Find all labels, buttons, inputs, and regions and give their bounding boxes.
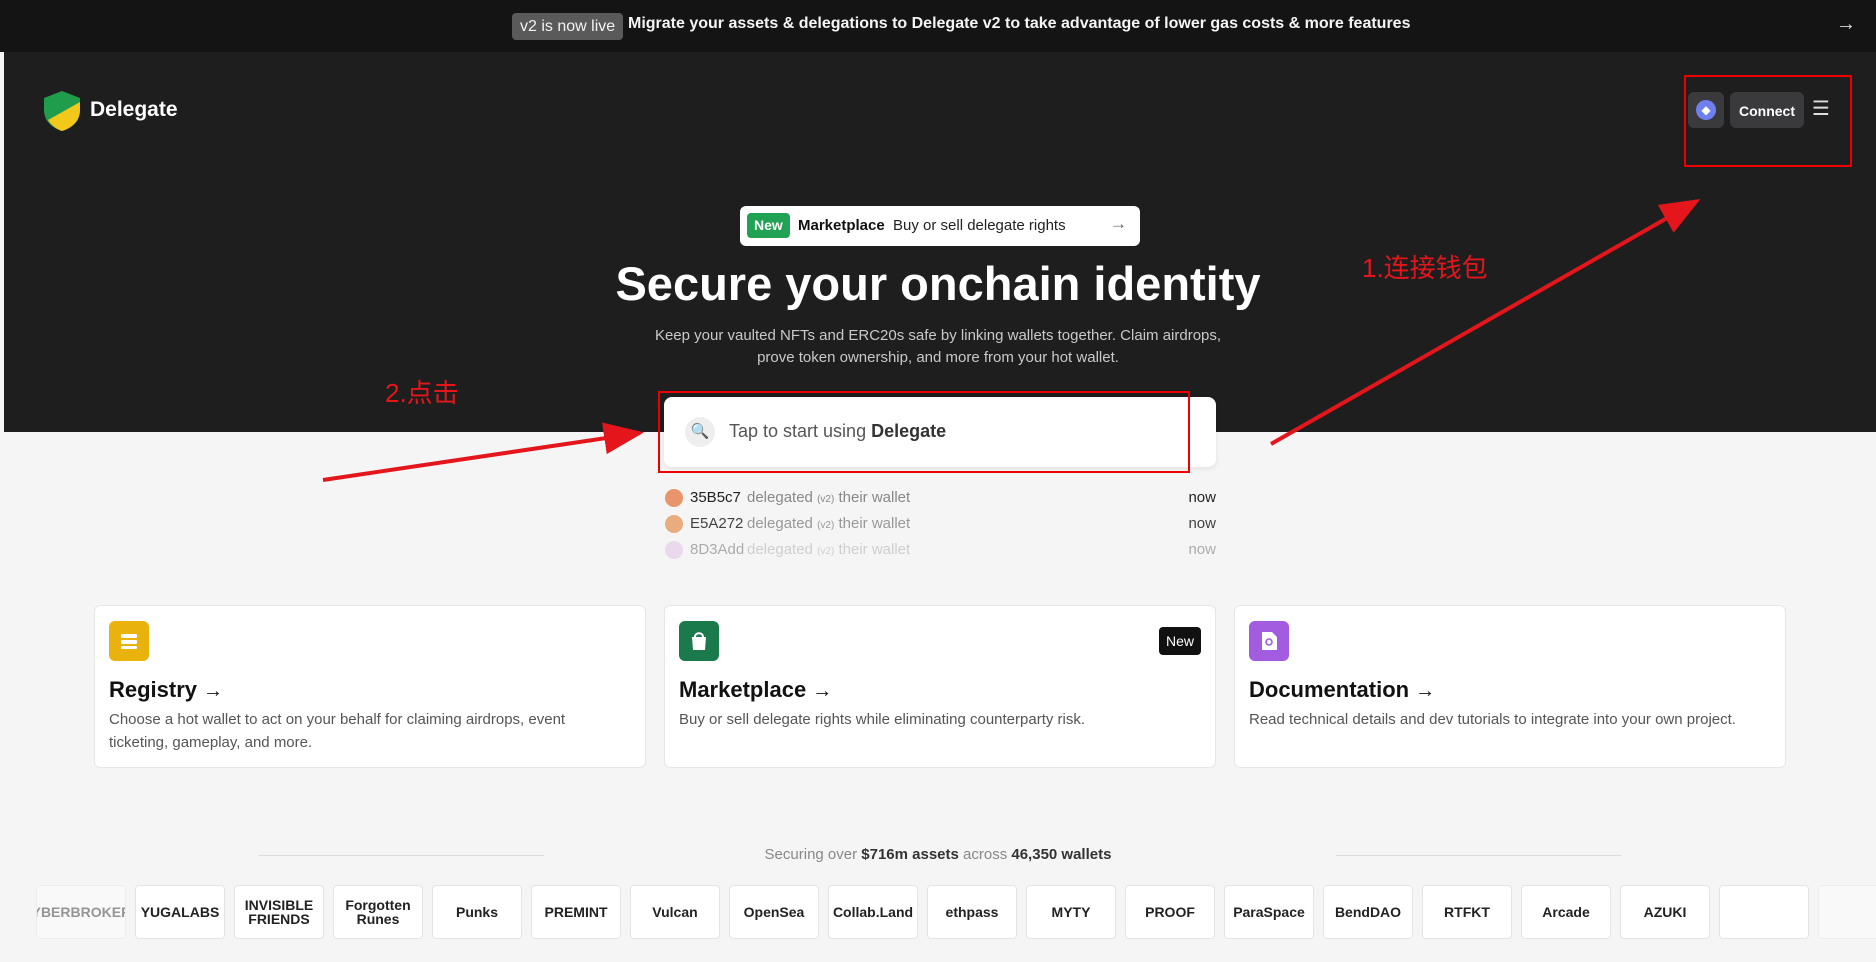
annotation-arrows xyxy=(322,199,1701,482)
partner-logo xyxy=(1818,885,1876,939)
annotation-arrow-2 xyxy=(322,422,644,482)
partner-logo: INVISIBLE FRIENDS xyxy=(234,885,324,939)
new-badge: New xyxy=(1158,627,1201,655)
arrow-right-icon: → xyxy=(812,680,833,702)
activity-item[interactable]: E5A272 delegated (v2) their wallet now xyxy=(664,513,1216,535)
partner-logo: Punks xyxy=(432,885,522,939)
card-description: Buy or sell delegate rights while elimin… xyxy=(679,711,1086,728)
arrow-right-icon: → xyxy=(203,680,224,702)
partner-logo: Arcade xyxy=(1521,885,1611,939)
card-description: Read technical details and dev tutorials… xyxy=(1249,711,1736,728)
marketplace-card[interactable]: New Marketplace → Buy or sell delegate ri… xyxy=(664,605,1216,768)
document-icon xyxy=(1249,621,1289,661)
card-description: Choose a hot wallet to act on your behal… xyxy=(109,711,566,751)
partner-logo xyxy=(1719,885,1809,939)
partner-logo: AZUKI xyxy=(1620,885,1710,939)
documentation-card[interactable]: Documentation → Read technical details an… xyxy=(1234,605,1786,768)
partner-logo: PROOF xyxy=(1125,885,1215,939)
partner-logo: RTFKT xyxy=(1422,885,1512,939)
registry-card[interactable]: Registry → Choose a hot wallet to act on … xyxy=(94,605,646,768)
avatar xyxy=(665,515,683,533)
card-title: Registry → xyxy=(109,677,224,702)
partner-logo: MYTY xyxy=(1026,885,1116,939)
annotation-arrow-1 xyxy=(1270,199,1701,446)
partner-logo: Collab.Land xyxy=(828,885,918,939)
registry-icon xyxy=(109,621,149,661)
card-title: Marketplace → xyxy=(679,677,833,702)
partner-logo: CYBERBROKERS xyxy=(36,885,126,939)
activity-item[interactable]: 8D3Add delegated (v2) their wallet now xyxy=(664,539,1216,561)
partner-logo: YUGALABS xyxy=(135,885,225,939)
shopping-bag-icon xyxy=(679,621,719,661)
partner-logo: PREMINT xyxy=(531,885,621,939)
stats-line: Securing over $716m assets across 46,350… xyxy=(764,846,1112,863)
card-title: Documentation → xyxy=(1249,677,1436,702)
partner-logo: ParaSpace xyxy=(1224,885,1314,939)
partner-logo: Vulcan xyxy=(630,885,720,939)
partner-logo: ethpass xyxy=(927,885,1017,939)
arrow-right-icon: → xyxy=(1415,680,1436,702)
avatar xyxy=(665,489,683,507)
activity-item[interactable]: 35B5c7 delegated (v2) their wallet now xyxy=(664,487,1216,509)
partner-logo: Forgotten Runes xyxy=(333,885,423,939)
avatar xyxy=(665,541,683,559)
partner-logo: BendDAO xyxy=(1323,885,1413,939)
partner-logo: OpenSea xyxy=(729,885,819,939)
